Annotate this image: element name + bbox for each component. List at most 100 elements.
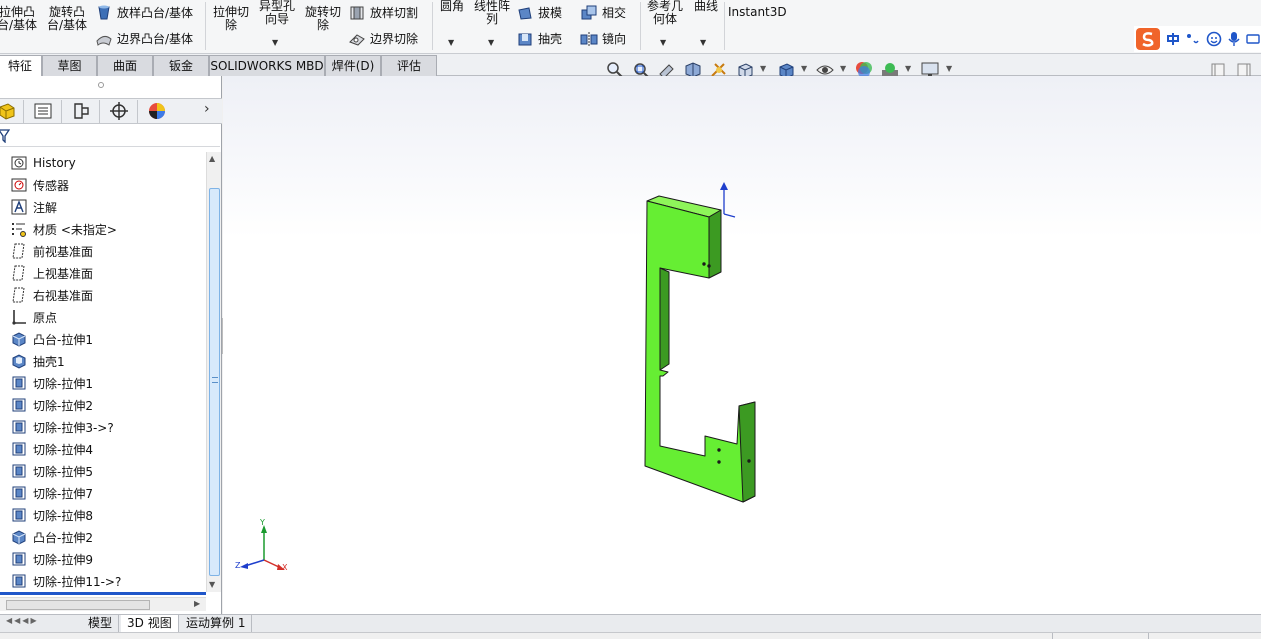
configuration-manager-icon bbox=[74, 103, 89, 119]
tree-item[interactable]: 凸台-拉伸2 bbox=[10, 526, 93, 548]
tabs-scroll-right-icon[interactable]: › bbox=[204, 101, 210, 117]
linear-pattern-button[interactable]: 线性阵 列 bbox=[472, 0, 512, 26]
tree-item[interactable]: 右视基准面 bbox=[10, 284, 93, 306]
tab-surfaces[interactable]: 曲面 bbox=[97, 55, 153, 76]
tab-features[interactable]: 特征 bbox=[0, 55, 42, 77]
tree-item[interactable]: 切除-拉伸2 bbox=[10, 394, 93, 416]
scroll-down-icon[interactable]: ▼ bbox=[209, 580, 215, 589]
ime-emoji-icon[interactable] bbox=[1206, 31, 1222, 47]
hide-show-dropdown-icon[interactable]: ▼ bbox=[840, 64, 846, 73]
filter-icon[interactable] bbox=[0, 129, 10, 143]
display-style-dropdown-icon[interactable]: ▼ bbox=[801, 64, 807, 73]
ime-toolbar[interactable] bbox=[1134, 26, 1261, 52]
tree-item[interactable]: 传感器 bbox=[10, 174, 69, 196]
tree-item[interactable]: 切除-拉伸4 bbox=[10, 438, 93, 460]
tab-display-manager[interactable] bbox=[138, 100, 176, 123]
hole-wizard-dropdown-icon[interactable]: ▼ bbox=[272, 38, 278, 47]
rollback-bar[interactable] bbox=[0, 592, 206, 595]
tree-item[interactable]: 抽壳1 bbox=[10, 350, 65, 372]
ime-language-icon[interactable] bbox=[1166, 32, 1180, 46]
tab-property-manager[interactable] bbox=[24, 100, 62, 123]
extrude-cut-button[interactable]: 拉伸切 除 bbox=[210, 6, 252, 32]
apply-scene-dropdown-icon[interactable]: ▼ bbox=[905, 64, 911, 73]
tree-horizontal-scrollbar[interactable]: ▶ bbox=[0, 597, 206, 611]
tab-dimxpert-manager[interactable] bbox=[100, 100, 138, 123]
tree-item-label: 传感器 bbox=[33, 178, 70, 193]
tree-item-label: History bbox=[33, 156, 76, 170]
horizontal-scroll-thumb[interactable] bbox=[6, 600, 150, 610]
tree-item[interactable]: 材质 <未指定> bbox=[10, 218, 117, 240]
tree-item[interactable]: 前视基准面 bbox=[10, 240, 93, 262]
hole-wizard-button[interactable]: 异型孔 向导 bbox=[256, 0, 298, 26]
ime-voice-icon[interactable] bbox=[1228, 31, 1240, 47]
tree-item[interactable]: 原点 bbox=[10, 306, 57, 328]
annotation-icon bbox=[11, 199, 27, 215]
revolve-cut-label: 旋转切 除 bbox=[304, 5, 341, 32]
model-view-tabs: ◀◀◀▶ 模型 3D 视图 运动算例 1 bbox=[0, 614, 1261, 632]
c-bracket-part[interactable] bbox=[644, 195, 756, 503]
boundary-cut-label: 边界切除 bbox=[370, 31, 419, 46]
ime-logo-icon bbox=[1136, 28, 1160, 50]
scroll-up-icon[interactable]: ▲ bbox=[209, 154, 215, 163]
tab-solidworks-mbd[interactable]: SOLIDWORKS MBD bbox=[209, 55, 325, 76]
loft-cut-button[interactable]: 放样切割 bbox=[348, 4, 418, 22]
tree-item[interactable]: 切除-拉伸9 bbox=[10, 548, 93, 570]
tab-weldments[interactable]: 焊件(D) bbox=[325, 55, 381, 76]
extrude-boss-button[interactable]: 拉伸凸 台/基体 bbox=[0, 6, 38, 32]
tree-item[interactable]: 切除-拉伸8 bbox=[10, 504, 93, 526]
scroll-right-icon[interactable]: ▶ bbox=[194, 599, 200, 608]
tree-item-label: 切除-拉伸2 bbox=[33, 398, 93, 413]
triad-y-label: Y bbox=[259, 518, 265, 527]
tab-evaluate[interactable]: 评估 bbox=[381, 55, 437, 76]
intersect-button[interactable]: 相交 bbox=[580, 4, 626, 22]
revolve-boss-button[interactable]: 旋转凸 台/基体 bbox=[44, 6, 90, 32]
boundary-boss-button[interactable]: 边界凸台/基体 bbox=[95, 30, 193, 48]
fillet-button[interactable]: 圆角 bbox=[436, 0, 468, 13]
view-orientation-dropdown-icon[interactable]: ▼ bbox=[760, 64, 766, 73]
tab-configuration-manager[interactable] bbox=[62, 100, 100, 123]
tab-sheet-metal[interactable]: 钣金 bbox=[153, 55, 209, 76]
ime-punctuation-icon[interactable] bbox=[1186, 32, 1200, 46]
loft-boss-button[interactable]: 放样凸台/基体 bbox=[95, 4, 193, 22]
draft-button[interactable]: 拔模 bbox=[516, 4, 562, 22]
tree-item[interactable]: 切除-拉伸3->? bbox=[10, 416, 114, 438]
tree-item[interactable]: 切除-拉伸5 bbox=[10, 460, 93, 482]
revolve-cut-button[interactable]: 旋转切 除 bbox=[302, 6, 344, 32]
tab-navigation-arrows-icon[interactable]: ◀◀◀▶ bbox=[6, 616, 39, 625]
curves-button[interactable]: 曲线 bbox=[690, 0, 722, 13]
reference-triad-gizmo[interactable] bbox=[720, 182, 736, 218]
tree-filter-bar[interactable] bbox=[0, 125, 220, 147]
ime-keyboard-icon[interactable] bbox=[1246, 32, 1260, 46]
loft-cut-label: 放样切割 bbox=[370, 5, 419, 20]
tree-item[interactable]: 凸台-拉伸1 bbox=[10, 328, 93, 350]
tree-item[interactable]: 切除-拉伸11->? bbox=[10, 570, 121, 592]
tree-vertical-scrollbar[interactable]: ▲ ▼ bbox=[206, 152, 221, 592]
tab-sketch[interactable]: 草图 bbox=[42, 55, 97, 76]
linear-pattern-dropdown-icon[interactable]: ▼ bbox=[488, 38, 494, 47]
curves-dropdown-icon[interactable]: ▼ bbox=[700, 38, 706, 47]
mirror-button[interactable]: 镜向 bbox=[580, 30, 626, 48]
triad-x-label: X bbox=[282, 563, 288, 572]
instant3d-button[interactable]: Instant3D bbox=[728, 6, 787, 19]
graphics-area[interactable]: Y X Z bbox=[223, 76, 1261, 616]
tab-motion-study-1[interactable]: 运动算例 1 bbox=[180, 615, 253, 632]
vertical-scroll-thumb[interactable] bbox=[209, 188, 220, 576]
reference-geometry-dropdown-icon[interactable]: ▼ bbox=[660, 38, 666, 47]
cut-extrude-icon bbox=[12, 464, 26, 478]
feature-tree-icon bbox=[0, 103, 15, 120]
panel-grip-icon[interactable] bbox=[98, 82, 104, 88]
tab-feature-manager[interactable] bbox=[0, 100, 24, 123]
tree-item[interactable]: 切除-拉伸7 bbox=[10, 482, 93, 504]
boundary-cut-button[interactable]: 边界切除 bbox=[348, 30, 418, 48]
view-settings-dropdown-icon[interactable]: ▼ bbox=[946, 64, 952, 73]
reference-geometry-button[interactable]: 参考几 何体 bbox=[644, 0, 686, 26]
tab-model[interactable]: 模型 bbox=[82, 615, 120, 632]
plane-icon bbox=[12, 243, 25, 259]
tree-item[interactable]: History bbox=[10, 152, 76, 174]
tab-3d-view[interactable]: 3D 视图 bbox=[121, 615, 179, 632]
tree-item[interactable]: 上视基准面 bbox=[10, 262, 93, 284]
tree-item[interactable]: 切除-拉伸1 bbox=[10, 372, 93, 394]
shell-button[interactable]: 抽壳 bbox=[516, 30, 562, 48]
fillet-dropdown-icon[interactable]: ▼ bbox=[448, 38, 454, 47]
tree-item[interactable]: 注解 bbox=[10, 196, 57, 218]
